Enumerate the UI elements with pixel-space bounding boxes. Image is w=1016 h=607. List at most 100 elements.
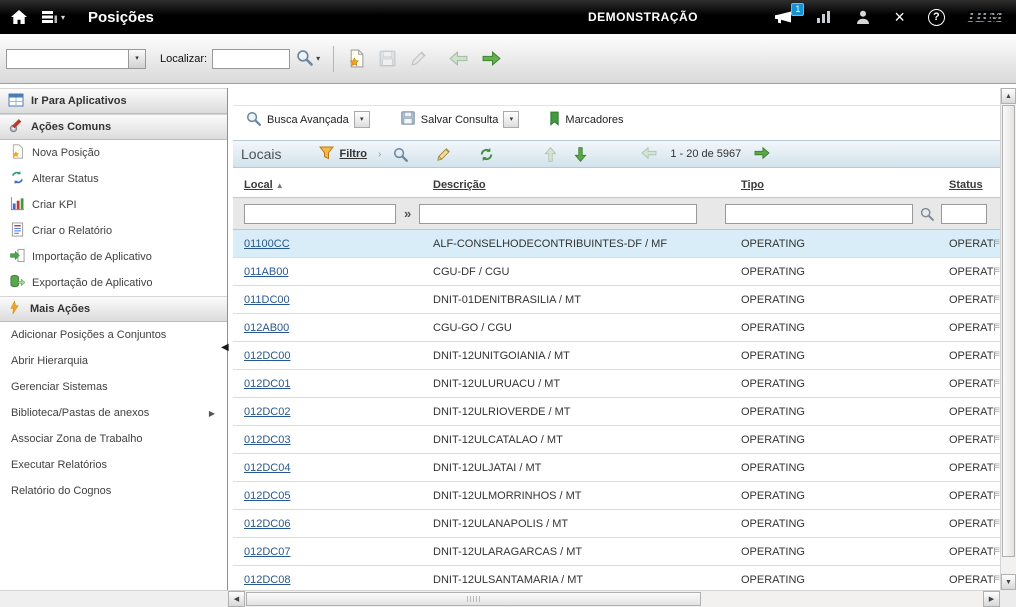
local-link[interactable]: 012DC02: [244, 406, 290, 418]
filter-toggle[interactable]: Filtro: [319, 146, 367, 163]
record-combobox-caret-icon[interactable]: ▾: [128, 50, 145, 68]
sidebar-section-go-to-apps[interactable]: Ir Para Aplicativos: [0, 88, 227, 114]
action-biblioteca-anexos[interactable]: Biblioteca/Pastas de anexos ▶: [0, 400, 227, 426]
local-link[interactable]: 012DC00: [244, 350, 290, 362]
table-row[interactable]: 012DC03DNIT-12ULCATALAO / MTOPERATINGOPE…: [233, 426, 1000, 454]
advanced-search-caret-icon[interactable]: ▾: [354, 111, 370, 128]
record-combobox-input[interactable]: [7, 50, 127, 68]
vertical-scrollbar-thumb[interactable]: [1002, 105, 1015, 557]
sidebar-section-more-actions[interactable]: Mais Ações: [0, 296, 227, 322]
clear-filter-icon[interactable]: [435, 146, 452, 163]
table-row[interactable]: 012DC05DNIT-12ULMORRINHOS / MTOPERATINGO…: [233, 482, 1000, 510]
filter-descricao-input[interactable]: [419, 204, 697, 224]
horizontal-scrollbar[interactable]: ◀ ▶: [228, 590, 1000, 607]
table-row[interactable]: 012AB00CGU-GO / CGUOPERATINGOPERATING≡: [233, 314, 1000, 342]
advanced-search-icon: [245, 110, 262, 130]
advanced-search-button[interactable]: Busca Avançada ▾: [245, 110, 370, 130]
table-row[interactable]: 012DC00DNIT-12UNITGOIANIA / MTOPERATINGO…: [233, 342, 1000, 370]
previous-record-icon[interactable]: [448, 50, 469, 67]
local-link[interactable]: 012DC01: [244, 378, 290, 390]
announcements-icon[interactable]: 1: [773, 9, 793, 25]
column-header-descricao[interactable]: Descrição: [433, 179, 486, 191]
filter-tipo-input[interactable]: [725, 204, 913, 224]
action-nova-posicao[interactable]: Nova Posição: [0, 140, 227, 166]
next-record-icon[interactable]: [481, 50, 502, 67]
localizar-input[interactable]: [212, 49, 290, 69]
local-link[interactable]: 012AB00: [244, 322, 289, 334]
record-combobox[interactable]: ▾: [6, 49, 146, 69]
goto-menu-icon[interactable]: ▾: [41, 10, 65, 24]
profile-icon[interactable]: [855, 9, 871, 25]
action-exportacao-aplicativo[interactable]: Exportação de Aplicativo: [0, 270, 227, 296]
filtro-label[interactable]: Filtro: [339, 148, 367, 160]
action-adicionar-posicoes[interactable]: Adicionar Posições a Conjuntos: [0, 322, 227, 348]
table-row[interactable]: 012DC04DNIT-12ULJATAI / MTOPERATINGOPERA…: [233, 454, 1000, 482]
search-button[interactable]: ▾: [295, 48, 320, 70]
bookmarks-button[interactable]: Marcadores: [549, 111, 623, 129]
reports-chart-icon[interactable]: [816, 10, 832, 24]
row-tipo: OPERATING: [741, 462, 949, 474]
local-link[interactable]: 012DC04: [244, 462, 290, 474]
table-row[interactable]: 011DC00DNIT-01DENITBRASILIA / MTOPERATIN…: [233, 286, 1000, 314]
save-record-icon[interactable]: [378, 49, 397, 68]
action-criar-kpi[interactable]: Criar KPI: [0, 192, 227, 218]
action-gerenciar-sistemas[interactable]: Gerenciar Sistemas: [0, 374, 227, 400]
local-link[interactable]: 011AB00: [244, 266, 288, 278]
local-link[interactable]: 012DC03: [244, 434, 290, 446]
table-row[interactable]: 012DC02DNIT-12ULRIOVERDE / MTOPERATINGOP…: [233, 398, 1000, 426]
scroll-down-icon[interactable]: ▼: [1001, 574, 1016, 590]
next-page-icon[interactable]: [753, 146, 771, 163]
action-relatorio-cognos[interactable]: Relatório do Cognos: [0, 478, 227, 504]
table-row[interactable]: 012DC06DNIT-12ULANAPOLIS / MTOPERATINGOP…: [233, 510, 1000, 538]
close-icon[interactable]: ×: [894, 8, 905, 26]
local-link[interactable]: 012DC07: [244, 546, 290, 558]
table-search-icon[interactable]: [392, 146, 409, 163]
row-tipo: OPERATING: [741, 378, 949, 390]
help-icon[interactable]: ?: [928, 9, 945, 26]
table-row[interactable]: 011AB00CGU-DF / CGUOPERATINGOPERATING≡: [233, 258, 1000, 286]
action-criar-relatorio[interactable]: Criar o Relatório: [0, 218, 227, 244]
action-executar-relatorios[interactable]: Executar Relatórios: [0, 452, 227, 478]
chevron-icon: ›: [378, 149, 381, 160]
filter-search-icon[interactable]: [919, 206, 935, 222]
scroll-right-icon[interactable]: ▶: [983, 591, 1000, 607]
action-importacao-aplicativo[interactable]: Importação de Aplicativo: [0, 244, 227, 270]
local-link[interactable]: 011DC00: [244, 294, 290, 306]
clear-changes-icon[interactable]: [409, 49, 428, 68]
table-row[interactable]: 012DC07DNIT-12ULARAGARCAS / MTOPERATINGO…: [233, 538, 1000, 566]
horizontal-scrollbar-thumb[interactable]: [246, 592, 701, 606]
row-status: OPERATING: [949, 574, 995, 586]
refresh-icon[interactable]: [478, 146, 495, 163]
home-icon[interactable]: [10, 9, 28, 25]
sidebar-section-common-actions[interactable]: Ações Comuns: [0, 114, 227, 140]
local-link[interactable]: 012DC06: [244, 518, 290, 530]
action-abrir-hierarquia[interactable]: Abrir Hierarquia: [0, 348, 227, 374]
action-alterar-status[interactable]: Alterar Status: [0, 166, 227, 192]
filter-status-input[interactable]: [941, 204, 987, 224]
sidebar-collapse-handle[interactable]: ◀: [221, 342, 229, 353]
local-link[interactable]: 01100CC: [244, 238, 290, 250]
action-associar-zona[interactable]: Associar Zona de Trabalho: [0, 426, 227, 452]
vertical-scrollbar[interactable]: ▲ ▼: [1000, 88, 1016, 590]
filter-expand-icon[interactable]: »: [404, 206, 411, 221]
scroll-left-icon[interactable]: ◀: [228, 591, 245, 607]
move-up-icon[interactable]: [543, 146, 558, 163]
column-header-status[interactable]: Status: [949, 179, 983, 191]
column-header-local[interactable]: Local: [244, 179, 273, 191]
new-record-icon[interactable]: [347, 49, 366, 68]
table-row[interactable]: 012DC08DNIT-12ULSANTAMARIA / MTOPERATING…: [233, 566, 1000, 590]
column-header-tipo[interactable]: Tipo: [741, 179, 764, 191]
local-link[interactable]: 012DC08: [244, 574, 290, 586]
previous-page-icon[interactable]: [640, 146, 658, 163]
local-link[interactable]: 012DC05: [244, 490, 290, 502]
filter-local-input[interactable]: [244, 204, 396, 224]
search-caret-icon[interactable]: ▾: [316, 54, 320, 63]
ibm-logo: IBM: [968, 7, 1004, 27]
action-label: Gerenciar Sistemas: [11, 381, 108, 393]
table-row[interactable]: 01100CCALF-CONSELHODECONTRIBUINTES-DF / …: [233, 230, 1000, 258]
save-query-button[interactable]: Salvar Consulta ▾: [400, 110, 520, 129]
save-query-caret-icon[interactable]: ▾: [503, 111, 519, 128]
move-down-icon[interactable]: [573, 146, 588, 163]
table-row[interactable]: 012DC01DNIT-12ULURUACU / MTOPERATINGOPER…: [233, 370, 1000, 398]
scroll-up-icon[interactable]: ▲: [1001, 88, 1016, 104]
